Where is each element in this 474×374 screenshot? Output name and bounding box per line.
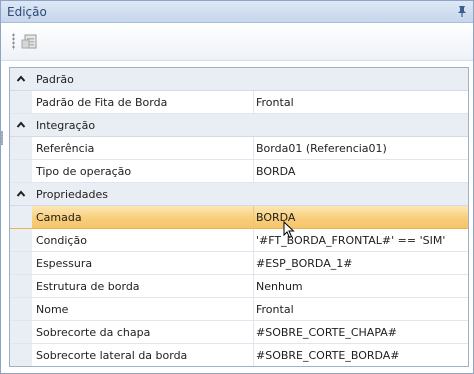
category-header[interactable]: Padrão <box>10 68 468 91</box>
chevron-up-icon[interactable] <box>12 116 30 134</box>
property-name[interactable]: Tipo de operação <box>32 160 254 182</box>
category-label: Integração <box>36 119 96 132</box>
property-value[interactable]: '#FT_BORDA_FRONTAL#' == 'SIM' <box>255 229 468 251</box>
row-gutter <box>10 321 32 343</box>
edit-panel: Edição Padrão Padrão de Fita de Borda Fron… <box>0 0 474 374</box>
property-name[interactable]: Referência <box>32 137 254 159</box>
panel-title: Edição <box>7 5 47 19</box>
toolbar-grip-icon[interactable] <box>12 33 15 50</box>
property-row[interactable]: Espessura #ESP_BORDA_1# <box>10 252 468 275</box>
property-name[interactable]: Sobrecorte da chapa <box>32 321 254 343</box>
chevron-up-icon[interactable] <box>12 70 30 88</box>
row-gutter <box>10 275 32 297</box>
property-row[interactable]: Sobrecorte da chapa #SOBRE_CORTE_CHAPA# <box>10 321 468 344</box>
property-row[interactable]: Camada BORDA <box>10 206 468 229</box>
property-row[interactable]: Referência Borda01 (Referencia01) <box>10 137 468 160</box>
chevron-up-icon[interactable] <box>12 185 30 203</box>
property-pages-icon[interactable] <box>21 33 39 51</box>
property-name[interactable]: Estrutura de borda <box>32 275 254 297</box>
property-name[interactable]: Padrão de Fita de Borda <box>32 91 254 113</box>
splitter-grip-icon[interactable] <box>1 131 3 145</box>
property-grid: Padrão Padrão de Fita de Borda Frontal Inte… <box>9 67 469 367</box>
property-name[interactable]: Espessura <box>32 252 254 274</box>
property-row[interactable]: Condição '#FT_BORDA_FRONTAL#' == 'SIM' <box>10 229 468 252</box>
category-header[interactable]: Propriedades <box>10 183 468 206</box>
category-header[interactable]: Integração <box>10 114 468 137</box>
row-gutter <box>10 344 32 366</box>
property-value[interactable]: #SOBRE_CORTE_CHAPA# <box>255 321 468 343</box>
category-label: Padrão <box>36 73 74 86</box>
property-row[interactable]: Estrutura de borda Nenhum <box>10 275 468 298</box>
property-name[interactable]: Camada <box>32 206 254 228</box>
property-name[interactable]: Sobrecorte lateral da borda <box>32 344 254 366</box>
property-value[interactable]: Frontal <box>255 91 468 113</box>
property-row[interactable]: Sobrecorte lateral da borda #SOBRE_CORTE_… <box>10 344 468 366</box>
property-name[interactable]: Nome <box>32 298 254 320</box>
property-value[interactable]: #SOBRE_CORTE_BORDA# <box>255 344 468 366</box>
property-value[interactable]: Borda01 (Referencia01) <box>255 137 468 159</box>
row-gutter <box>10 91 32 113</box>
row-gutter <box>10 252 32 274</box>
row-gutter <box>10 206 32 228</box>
panel-titlebar: Edição <box>1 1 473 23</box>
property-value[interactable]: BORDA <box>255 160 468 182</box>
property-value[interactable]: BORDA <box>255 206 468 228</box>
property-row[interactable]: Tipo de operação BORDA <box>10 160 468 183</box>
category-label: Propriedades <box>36 188 108 201</box>
property-name[interactable]: Condição <box>32 229 254 251</box>
property-value[interactable]: Frontal <box>255 298 468 320</box>
toolbar <box>1 23 473 61</box>
property-value[interactable]: Nenhum <box>255 275 468 297</box>
row-gutter <box>10 229 32 251</box>
property-value[interactable]: #ESP_BORDA_1# <box>255 252 468 274</box>
row-gutter <box>10 160 32 182</box>
property-row[interactable]: Nome Frontal <box>10 298 468 321</box>
row-gutter <box>10 298 32 320</box>
row-gutter <box>10 137 32 159</box>
pin-icon[interactable] <box>456 5 468 17</box>
property-row[interactable]: Padrão de Fita de Borda Frontal <box>10 91 468 114</box>
